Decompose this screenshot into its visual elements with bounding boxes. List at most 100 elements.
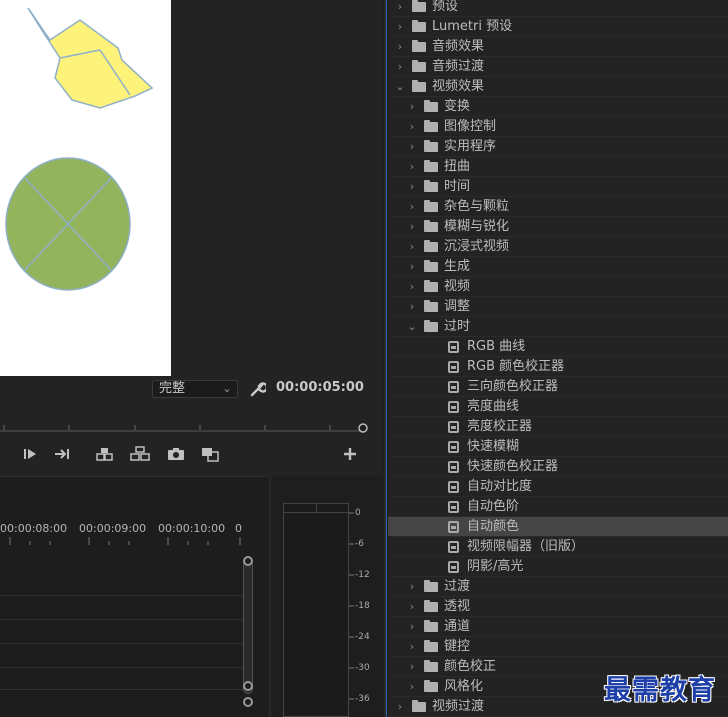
chevron-right-icon[interactable]: › [406, 677, 418, 697]
chevron-right-icon[interactable]: › [394, 17, 406, 37]
effect-folder[interactable]: › 预设 [388, 0, 728, 17]
scrollbar-top-handle[interactable] [243, 556, 253, 566]
chevron-down-icon[interactable]: ⌄ [406, 317, 418, 337]
chevron-right-icon[interactable]: › [406, 217, 418, 237]
effect-item[interactable]: 阴影/高光 [388, 557, 728, 577]
effect-icon [448, 461, 459, 473]
effect-item[interactable]: RGB 曲线 [388, 337, 728, 357]
chevron-right-icon[interactable]: › [406, 137, 418, 157]
chevron-right-icon[interactable]: › [394, 0, 406, 17]
chevron-right-icon[interactable]: › [394, 57, 406, 77]
folder-icon [424, 280, 438, 292]
effect-folder[interactable]: › 调整 [388, 297, 728, 317]
chevron-right-icon[interactable]: › [394, 37, 406, 57]
scrollbar-bottom-handle[interactable] [243, 681, 253, 691]
effect-icon [448, 481, 459, 493]
chevron-right-icon[interactable]: › [406, 237, 418, 257]
chevron-right-icon[interactable]: › [406, 617, 418, 637]
tree-item-label: 时间 [444, 179, 471, 194]
effect-folder[interactable]: › 图像控制 [388, 117, 728, 137]
step-forward-icon[interactable] [20, 444, 42, 464]
folder-icon [424, 120, 438, 132]
timeline-vertical-scrollbar[interactable] [243, 560, 253, 694]
playhead-timecode[interactable]: 00:00:05:00 [276, 380, 364, 395]
effect-folder[interactable]: › 键控 [388, 637, 728, 657]
compare-view-icon[interactable] [199, 444, 221, 464]
effect-item[interactable]: 自动对比度 [388, 477, 728, 497]
chevron-right-icon[interactable]: › [406, 257, 418, 277]
effect-item[interactable]: 自动色阶 [388, 497, 728, 517]
chevron-right-icon[interactable]: › [406, 157, 418, 177]
tree-item-label: 亮度曲线 [467, 399, 520, 414]
tree-item-label: 模糊与锐化 [444, 219, 510, 234]
effect-folder[interactable]: › 模糊与锐化 [388, 217, 728, 237]
effect-folder[interactable]: › 音频效果 [388, 37, 728, 57]
ruler-time-label: 00:00:10:00 [158, 522, 226, 535]
chevron-right-icon[interactable]: › [406, 597, 418, 617]
chevron-right-icon[interactable]: › [394, 697, 406, 717]
effect-folder[interactable]: ⌄ 视频效果 [388, 77, 728, 97]
chevron-right-icon[interactable]: › [406, 97, 418, 117]
tree-item-label: 扭曲 [444, 159, 471, 174]
program-scrubber[interactable] [0, 414, 370, 436]
effect-folder[interactable]: › 杂色与颗粒 [388, 197, 728, 217]
chevron-right-icon[interactable]: › [406, 277, 418, 297]
effect-item[interactable]: 视频限幅器（旧版） [388, 537, 728, 557]
effect-folder[interactable]: › 扭曲 [388, 157, 728, 177]
folder-icon [424, 100, 438, 112]
effect-item[interactable]: 亮度曲线 [388, 397, 728, 417]
effect-folder[interactable]: › 实用程序 [388, 137, 728, 157]
tree-item-label: 快速颜色校正器 [467, 459, 559, 474]
effect-folder[interactable]: › 透视 [388, 597, 728, 617]
lift-icon[interactable] [94, 444, 116, 464]
go-to-out-icon[interactable] [52, 444, 74, 464]
scrollbar-handle[interactable] [243, 697, 253, 707]
tree-item-label: 自动对比度 [467, 479, 533, 494]
tree-item-label: 变换 [444, 99, 471, 114]
program-monitor-canvas[interactable] [0, 0, 171, 376]
chevron-right-icon[interactable]: › [406, 197, 418, 217]
ruler-time-label: 00:00:08:00 [0, 522, 68, 535]
timeline-tracks[interactable] [0, 567, 248, 717]
extract-icon[interactable] [129, 444, 151, 464]
effect-item[interactable]: 快速颜色校正器 [388, 457, 728, 477]
effect-folder[interactable]: › 变换 [388, 97, 728, 117]
effect-folder[interactable]: › 视频 [388, 277, 728, 297]
effect-icon [448, 541, 459, 553]
effect-folder[interactable]: › Lumetri 预设 [388, 17, 728, 37]
effect-folder[interactable]: › 通道 [388, 617, 728, 637]
camera-icon[interactable] [165, 444, 187, 464]
audio-meter: 0 -6 -12 -18 -24 -30 -36 [270, 476, 383, 717]
chevron-right-icon[interactable]: › [406, 177, 418, 197]
folder-icon [412, 60, 426, 72]
fit-zoom-select[interactable]: 完整 ⌄ [152, 380, 238, 398]
effect-item[interactable]: 三向颜色校正器 [388, 377, 728, 397]
folder-icon [424, 220, 438, 232]
preset-folder-icon [412, 20, 426, 32]
effect-folder[interactable]: › 音频过渡 [388, 57, 728, 77]
folder-icon [412, 40, 426, 52]
folder-icon [424, 600, 438, 612]
folder-icon [424, 160, 438, 172]
chevron-right-icon[interactable]: › [406, 657, 418, 677]
effect-folder[interactable]: ⌄ 过时 [388, 317, 728, 337]
chevron-right-icon[interactable]: › [406, 637, 418, 657]
effect-item[interactable]: 自动颜色 [388, 517, 728, 537]
effect-folder[interactable]: › 生成 [388, 257, 728, 277]
chevron-down-icon[interactable]: ⌄ [394, 77, 406, 97]
effect-item[interactable]: 亮度校正器 [388, 417, 728, 437]
chevron-right-icon[interactable]: › [406, 117, 418, 137]
add-button-icon[interactable] [340, 444, 362, 464]
ruler-time-label: 00:00:09:00 [79, 522, 147, 535]
effect-folder[interactable]: › 沉浸式视频 [388, 237, 728, 257]
chevron-right-icon[interactable]: › [406, 577, 418, 597]
effect-folder[interactable]: › 过渡 [388, 577, 728, 597]
effect-item[interactable]: RGB 颜色校正器 [388, 357, 728, 377]
tree-item-label: 预设 [432, 0, 459, 14]
wrench-icon[interactable] [248, 380, 266, 398]
timeline-panel[interactable]: 00:00:08:00 00:00:09:00 00:00:10:00 0 [0, 476, 268, 717]
chevron-right-icon[interactable]: › [406, 297, 418, 317]
effect-folder[interactable]: › 时间 [388, 177, 728, 197]
tree-item-label: 音频过渡 [432, 59, 485, 74]
effect-item[interactable]: 快速模糊 [388, 437, 728, 457]
